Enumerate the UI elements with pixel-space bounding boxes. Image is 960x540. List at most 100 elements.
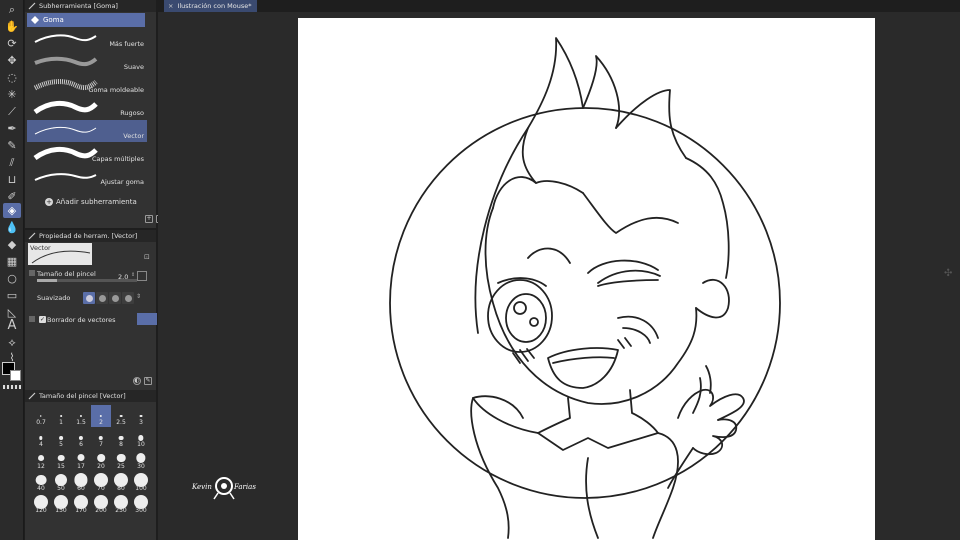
wrench-icon[interactable]: ✎ xyxy=(144,377,152,385)
subtool-item[interactable]: Ajustar goma xyxy=(27,166,147,188)
decoration-icon[interactable]: ✐ xyxy=(3,189,21,204)
subtool-item-label: Goma moldeable xyxy=(88,86,144,94)
add-subtool-button[interactable]: + Añadir subherramienta xyxy=(45,198,137,206)
smoothing-option[interactable] xyxy=(122,292,134,304)
sub-color-swatch[interactable] xyxy=(10,370,21,381)
eraser-icon[interactable]: ◈ xyxy=(3,203,21,218)
rotate-icon[interactable]: ⟳ xyxy=(3,36,21,51)
brush-size-slider[interactable] xyxy=(37,279,137,282)
tool-property-title: Propiedad de herram. [Vector] xyxy=(39,232,138,240)
tool-strip: ⌕ ✋ ⟳ ✥ ◌ ✳ ⟋ ✒ ✎ ⫽ ⊔ ✐ ◈ 💧 ◆ ▦ ○ ▭ ◺ A … xyxy=(0,0,24,540)
brush-size-number: 20 xyxy=(97,463,105,470)
brush-size-option[interactable]: 4 xyxy=(31,427,51,449)
brush-size-number: 12 xyxy=(37,463,45,470)
brush-size-dot xyxy=(57,454,65,462)
spinner-icon[interactable]: ⇕ xyxy=(136,293,141,300)
expand-icon[interactable] xyxy=(29,270,35,276)
brush-size-number: 50 xyxy=(57,485,65,492)
brush-size-number: 80 xyxy=(117,485,125,492)
brush-size-option[interactable]: 40 xyxy=(31,471,51,493)
canvas-area[interactable] xyxy=(158,12,960,540)
new-subtool-icon[interactable]: + xyxy=(145,215,153,223)
brush-size-option[interactable]: 50 xyxy=(51,471,71,493)
brush-size-option[interactable]: 6 xyxy=(71,427,91,449)
vector-eraser-checkbox[interactable]: ✓ xyxy=(39,316,46,323)
eraser-icon xyxy=(31,16,39,24)
brush-size-option[interactable]: 20 xyxy=(91,449,111,471)
subtool-item[interactable]: Rugoso xyxy=(27,97,147,119)
airbrush-icon[interactable]: ⊔ xyxy=(3,172,21,187)
expand-icon[interactable] xyxy=(29,316,35,322)
brush-size-option[interactable]: 0.7 xyxy=(31,405,51,427)
brush-size-option[interactable]: 12 xyxy=(31,449,51,471)
pencil-icon[interactable]: ✎ xyxy=(3,138,21,153)
stroke-preview xyxy=(31,250,91,264)
brush-size-option[interactable]: 120 xyxy=(31,493,51,515)
lasso-icon[interactable]: ◌ xyxy=(3,70,21,85)
subtool-group-tab[interactable]: Goma xyxy=(27,13,145,27)
text-icon[interactable]: A xyxy=(3,318,21,333)
brush-size-option[interactable]: 170 xyxy=(71,493,91,515)
vector-eraser-mode[interactable] xyxy=(137,313,157,325)
brush-size-option[interactable]: 5 xyxy=(51,427,71,449)
brush-size-option[interactable]: 60 xyxy=(71,471,91,493)
brush-size-option[interactable]: 30 xyxy=(131,449,151,471)
move-icon[interactable]: ✥ xyxy=(3,53,21,68)
settings-icon[interactable]: ◐ xyxy=(133,377,141,385)
brush-size-option[interactable]: 3 xyxy=(131,405,151,427)
brush-size-number: 250 xyxy=(115,507,127,514)
magic-wand-icon[interactable]: ✳ xyxy=(3,87,21,102)
smoothing-option[interactable] xyxy=(96,292,108,304)
brush-size-option[interactable]: 2 xyxy=(91,405,111,427)
brush-size-option[interactable]: 25 xyxy=(111,449,131,471)
zoom-icon[interactable]: ⌕ xyxy=(3,2,21,17)
gradient-icon[interactable]: ▦ xyxy=(3,254,21,269)
eyedropper-icon[interactable]: ⟋ xyxy=(3,104,21,119)
balloon-icon[interactable]: ⟡ xyxy=(3,335,21,350)
brush-icon xyxy=(28,232,36,240)
pen-icon[interactable]: ✒ xyxy=(3,121,21,136)
figure-icon[interactable]: ○ xyxy=(3,271,21,286)
subtool-item-selected[interactable]: Vector xyxy=(27,120,147,142)
subtool-item[interactable]: Goma moldeable xyxy=(27,74,147,96)
brush-size-header: Tamaño del pincel [Vector] xyxy=(25,390,156,402)
close-icon[interactable]: × xyxy=(168,2,173,10)
transparent-color-swatch[interactable] xyxy=(3,385,21,389)
smoothing-option[interactable] xyxy=(109,292,121,304)
brush-size-option[interactable]: 70 xyxy=(91,471,111,493)
brush-size-number: 8 xyxy=(119,441,123,448)
brush-size-option[interactable]: 100 xyxy=(131,471,151,493)
brush-size-option[interactable]: 250 xyxy=(111,493,131,515)
brush-size-option[interactable]: 1 xyxy=(51,405,71,427)
stroke-preview xyxy=(34,173,97,181)
brush-size-dot xyxy=(99,414,103,418)
brush-size-option[interactable]: 200 xyxy=(91,493,111,515)
brush-size-option[interactable]: 300 xyxy=(131,493,151,515)
brush-size-option[interactable]: 150 xyxy=(51,493,71,515)
subtool-item[interactable]: Suave xyxy=(27,51,147,73)
brush-size-dot xyxy=(116,453,126,463)
hand-icon[interactable]: ✋ xyxy=(3,19,21,34)
subtool-item[interactable]: Capas múltiples xyxy=(27,143,147,165)
brush-size-dot xyxy=(136,453,146,463)
size-dependency-icon[interactable] xyxy=(137,271,147,281)
subtool-item[interactable]: Más fuerte xyxy=(27,28,147,50)
brush-size-option[interactable]: 80 xyxy=(111,471,131,493)
brush-size-option[interactable]: 15 xyxy=(51,449,71,471)
brush-icon[interactable]: ⫽ xyxy=(3,155,21,170)
brush-size-option[interactable]: 17 xyxy=(71,449,91,471)
blend-icon[interactable]: 💧 xyxy=(3,220,21,235)
brush-size-option[interactable]: 2.5 xyxy=(111,405,131,427)
brush-size-option[interactable]: 7 xyxy=(91,427,111,449)
brush-size-option[interactable]: 10 xyxy=(131,427,151,449)
smoothing-option[interactable] xyxy=(83,292,95,304)
frame-icon[interactable]: ▭ xyxy=(3,288,21,303)
drawing-canvas[interactable] xyxy=(298,18,875,540)
lock-icon[interactable]: ⊡ xyxy=(144,253,152,261)
brush-size-option[interactable]: 8 xyxy=(111,427,131,449)
fill-icon[interactable]: ◆ xyxy=(3,237,21,252)
brush-size-number: 6 xyxy=(79,441,83,448)
document-tab[interactable]: × Ilustración con Mouse* xyxy=(164,0,257,12)
brush-size-dot xyxy=(138,435,144,441)
brush-size-option[interactable]: 1.5 xyxy=(71,405,91,427)
